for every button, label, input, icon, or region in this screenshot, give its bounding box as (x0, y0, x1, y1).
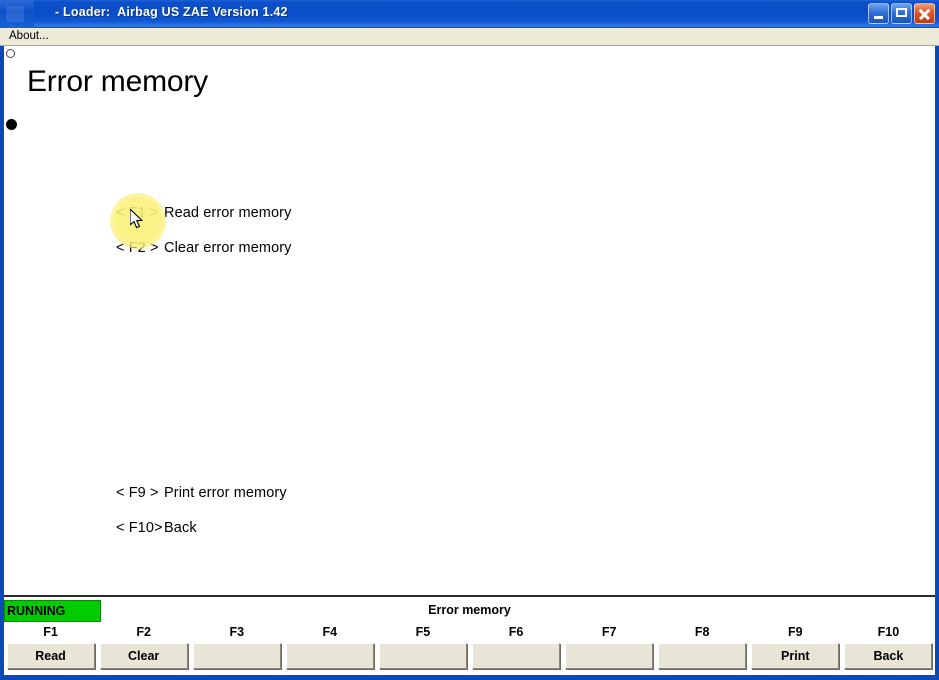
client-area: Error memory < F1 > Read error memory < F… (4, 46, 935, 595)
maximize-button[interactable] (891, 3, 912, 24)
function-key-cell-f2: F2 Clear (97, 625, 190, 675)
menu-option-key: < F1 > (116, 205, 159, 221)
function-key-cell-f1: F1 Read (4, 625, 97, 675)
function-key-button-f10[interactable]: Back (844, 643, 933, 669)
function-key-label-f6: F6 (508, 625, 524, 639)
function-key-label-f5: F5 (415, 625, 431, 639)
app-icon (6, 6, 24, 22)
function-key-button-f8 (658, 643, 747, 669)
function-key-button-f1[interactable]: Read (6, 643, 95, 669)
menu-option-key: < F9 > (116, 485, 159, 501)
menu-option-label: Back (164, 520, 197, 536)
window-title: - Loader: Airbag US ZAE Version 1.42 (55, 5, 288, 19)
function-key-cell-f6: F6 (469, 625, 562, 675)
function-key-label-f3: F3 (229, 625, 245, 639)
window-frame-right (935, 46, 939, 680)
function-key-label-f7: F7 (601, 625, 617, 639)
application-window: - Loader: Airbag US ZAE Version 1.42 Abo… (0, 0, 939, 680)
function-key-cell-f3: F3 (190, 625, 283, 675)
menu-option-key: < F10> (116, 520, 163, 536)
function-menu-list: < F1 > Read error memory < F2 > Clear erro… (4, 46, 935, 595)
function-key-button-f2[interactable]: Clear (99, 643, 188, 669)
menu-option-label: Print error memory (164, 485, 287, 501)
function-key-button-f7 (565, 643, 654, 669)
close-button[interactable] (914, 3, 935, 24)
function-key-label-f8: F8 (694, 625, 710, 639)
menu-option-back[interactable]: < F10>Back (83, 504, 197, 552)
function-key-cell-f5: F5 (376, 625, 469, 675)
function-key-button-f4 (285, 643, 374, 669)
minimize-button[interactable] (868, 3, 889, 24)
function-key-cell-f7: F7 (563, 625, 656, 675)
menu-option-clear-error-memory[interactable]: < F2 > Clear error memory (83, 224, 292, 272)
function-key-button-f9[interactable]: Print (751, 643, 840, 669)
menu-option-label: Read error memory (164, 205, 292, 221)
status-bar: RUNNING Error memory F1 Read F2 Clear F3… (4, 595, 935, 675)
minimize-icon (874, 16, 883, 19)
menu-bar: About... (0, 28, 939, 46)
function-key-label-f9: F9 (788, 625, 803, 639)
maximize-icon (896, 8, 907, 17)
function-key-label-f2: F2 (136, 625, 151, 639)
function-key-button-f6 (472, 643, 561, 669)
menu-item-about[interactable]: About... (6, 30, 52, 42)
function-key-cell-f9: F9 Print (749, 625, 842, 675)
window-controls (868, 3, 935, 24)
menu-option-label: Clear error memory (164, 240, 292, 256)
function-key-cell-f10: F10 Back (842, 625, 935, 675)
function-key-label-f10: F10 (877, 625, 900, 639)
function-key-label-f1: F1 (43, 625, 58, 639)
status-screen-name: Error memory (428, 603, 511, 617)
function-key-cell-f4: F4 (283, 625, 376, 675)
function-key-cell-f8: F8 (656, 625, 749, 675)
function-key-button-f3 (192, 643, 281, 669)
function-key-button-f5 (378, 643, 467, 669)
title-bar[interactable]: - Loader: Airbag US ZAE Version 1.42 (0, 0, 939, 28)
window-frame-bottom (0, 675, 939, 680)
function-key-bar: F1 Read F2 Clear F3 F4 F5 F6 F7 F8 F9 Pr… (4, 625, 935, 675)
function-key-label-f4: F4 (322, 625, 338, 639)
menu-option-key: < F2 > (116, 240, 159, 256)
